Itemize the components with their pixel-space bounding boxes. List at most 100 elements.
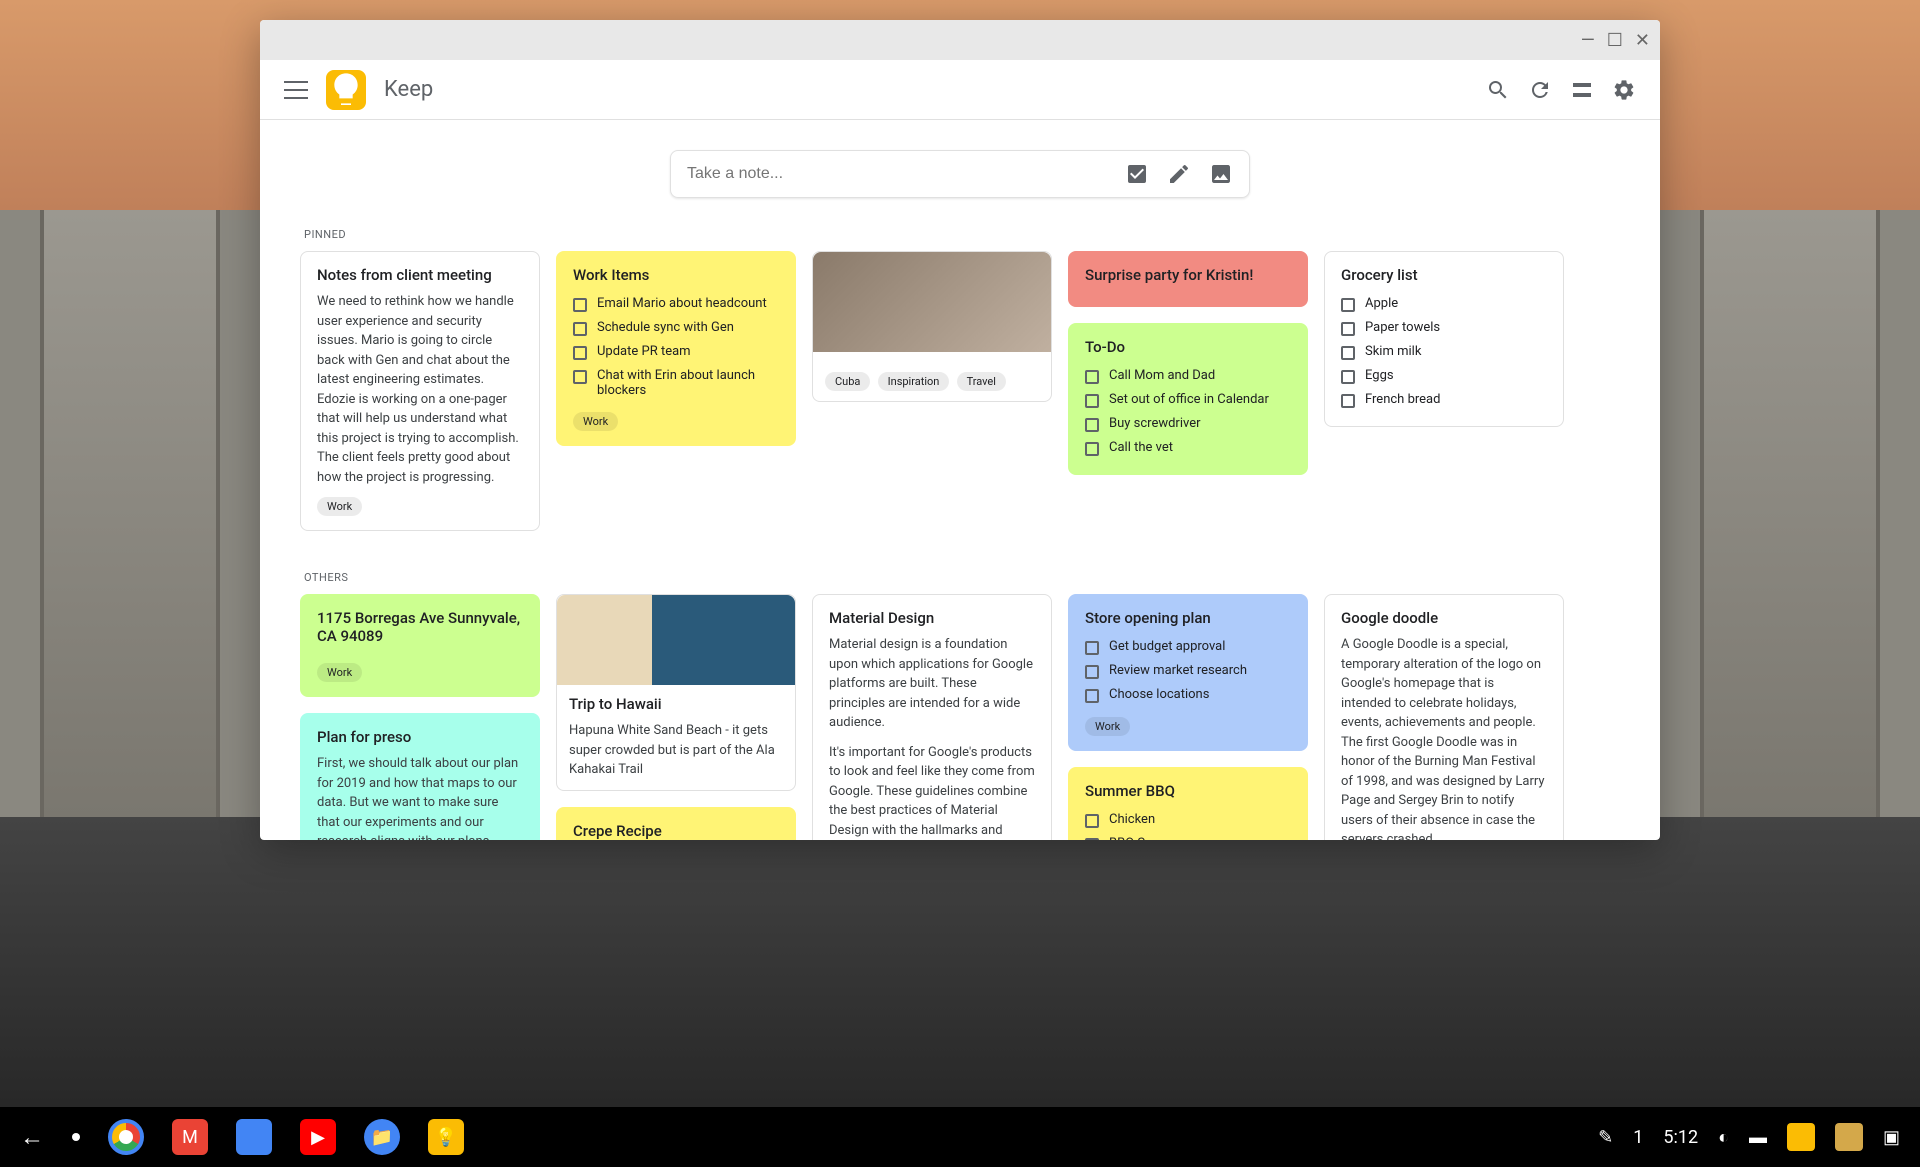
note-body: A Google Doodle is a special, temporary … [1341,635,1547,840]
main-menu-icon[interactable] [284,81,308,99]
window-close-button[interactable]: ✕ [1635,30,1650,51]
note-title: Grocery list [1341,266,1547,284]
note-bbq[interactable]: Summer BBQ Chicken BBQ Sauce Ribs [1068,767,1308,840]
others-notes-grid: 1175 Borregas Ave Sunnyvale, CA 94089 Wo… [300,594,1620,840]
files-icon[interactable]: 📁 [364,1119,400,1155]
note-work-items[interactable]: Work Items Email Mario about headcount S… [556,251,796,446]
list-item: Set out of office in Calendar [1085,388,1291,412]
note-body: Material design is a foundation upon whi… [829,635,1035,733]
note-tag[interactable]: Inspiration [878,372,950,391]
checkbox-icon[interactable] [1085,838,1099,840]
note-todo[interactable]: To-Do Call Mom and Dad Set out of office… [1068,323,1308,475]
checkbox-icon[interactable] [1341,322,1355,336]
window-maximize-button[interactable]: ☐ [1607,30,1623,51]
docs-icon[interactable] [236,1119,272,1155]
new-list-icon[interactable] [1125,162,1149,186]
list-item: French bread [1341,388,1547,412]
note-title: Notes from client meeting [317,266,523,284]
list-item: Chat with Erin about launch blockers [573,364,779,402]
list-item: Eggs [1341,364,1547,388]
note-address[interactable]: 1175 Borregas Ave Sunnyvale, CA 94089 Wo… [300,594,540,697]
list-item: Update PR team [573,340,779,364]
checkbox-icon[interactable] [1085,689,1099,703]
search-icon[interactable] [1486,78,1510,102]
note-input-field[interactable] [687,165,1107,183]
note-store-opening[interactable]: Store opening plan Get budget approval R… [1068,594,1308,751]
tray-keep-icon[interactable] [1787,1123,1815,1151]
checkbox-icon[interactable] [1085,394,1099,408]
note-preso[interactable]: Plan for preso First, we should talk abo… [300,713,540,840]
checkbox-icon[interactable] [1341,370,1355,384]
window-minimize-button[interactable]: — [1581,30,1595,51]
checkbox-icon[interactable] [573,322,587,336]
list-item: BBQ Sauce [1085,832,1291,840]
tray-stick-icon[interactable] [1835,1123,1863,1151]
list-item: Paper towels [1341,316,1547,340]
note-client-meeting[interactable]: Notes from client meeting We need to ret… [300,251,540,531]
battery-icon[interactable]: ▬ [1749,1127,1767,1148]
note-title: Google doodle [1341,609,1547,627]
new-image-icon[interactable] [1209,162,1233,186]
note-title: 1175 Borregas Ave Sunnyvale, CA 94089 [317,609,523,645]
note-title: To-Do [1085,338,1291,356]
note-title: Work Items [573,266,779,284]
note-tag[interactable]: Work [573,412,618,431]
note-material-design[interactable]: Material Design Material design is a fou… [812,594,1052,840]
list-item: Apple [1341,292,1547,316]
list-item: Email Mario about headcount [573,292,779,316]
chrome-icon[interactable] [108,1119,144,1155]
checkbox-icon[interactable] [1085,641,1099,655]
note-surprise-party[interactable]: Surprise party for Kristin! [1068,251,1308,307]
take-note-input[interactable] [670,150,1250,198]
list-item: Schedule sync with Gen [573,316,779,340]
note-title: Crepe Recipe [573,822,779,840]
list-item: Skim milk [1341,340,1547,364]
checkbox-icon[interactable] [573,298,587,312]
youtube-icon[interactable]: ▶ [300,1119,336,1155]
note-image [557,595,795,685]
checkbox-icon[interactable] [1085,814,1099,828]
tray-more-icon[interactable]: ▣ [1883,1127,1900,1148]
back-icon[interactable]: ← [20,1123,44,1152]
checkbox-icon[interactable] [1085,418,1099,432]
note-tag[interactable]: Work [1085,717,1130,736]
app-header: Keep [260,60,1660,120]
settings-icon[interactable] [1612,78,1636,102]
clock[interactable]: 5:12 [1663,1127,1698,1148]
checkbox-icon[interactable] [1341,298,1355,312]
note-tag[interactable]: Cuba [825,372,870,391]
pen-icon[interactable]: ✎ [1598,1127,1613,1148]
refresh-icon[interactable] [1528,78,1552,102]
keep-logo-icon [326,70,366,110]
checkbox-icon[interactable] [573,346,587,360]
wifi-icon[interactable]: ◐ [1718,1127,1729,1148]
note-crepe[interactable]: Crepe Recipe 1. In a blender, combine fl… [556,807,796,841]
checkbox-icon[interactable] [1085,665,1099,679]
others-section-label: OTHERS [304,571,1620,584]
note-tag[interactable]: Work [317,497,362,516]
window-titlebar: — ☐ ✕ [260,20,1660,60]
note-doodle[interactable]: Google doodle A Google Doodle is a speci… [1324,594,1564,840]
checkbox-icon[interactable] [1341,394,1355,408]
keep-taskbar-icon[interactable]: 💡 [428,1119,464,1155]
note-title: Surprise party for Kristin! [1085,266,1291,284]
list-item: Choose locations [1085,683,1291,707]
new-drawing-icon[interactable] [1167,162,1191,186]
pinned-section-label: PINNED [304,228,1620,241]
checkbox-icon[interactable] [1085,442,1099,456]
checkbox-icon[interactable] [1341,346,1355,360]
list-item: Chicken [1085,808,1291,832]
taskbar: ← M ▶ 📁 💡 ✎ 1 5:12 ◐ ▬ ▣ [0,1107,1920,1167]
checkbox-icon[interactable] [573,370,587,384]
note-tag[interactable]: Work [317,663,362,682]
gmail-icon[interactable]: M [172,1119,208,1155]
note-tag[interactable]: Travel [957,372,1006,391]
note-title: Material Design [829,609,1035,627]
checkbox-icon[interactable] [1085,370,1099,384]
note-hawaii[interactable]: Trip to Hawaii Hapuna White Sand Beach -… [556,594,796,791]
note-car-image[interactable]: Cuba Inspiration Travel [812,251,1052,402]
notification-count[interactable]: 1 [1633,1127,1643,1148]
launcher-icon[interactable] [72,1133,80,1141]
note-grocery[interactable]: Grocery list Apple Paper towels Skim mil… [1324,251,1564,427]
list-view-icon[interactable] [1570,78,1594,102]
